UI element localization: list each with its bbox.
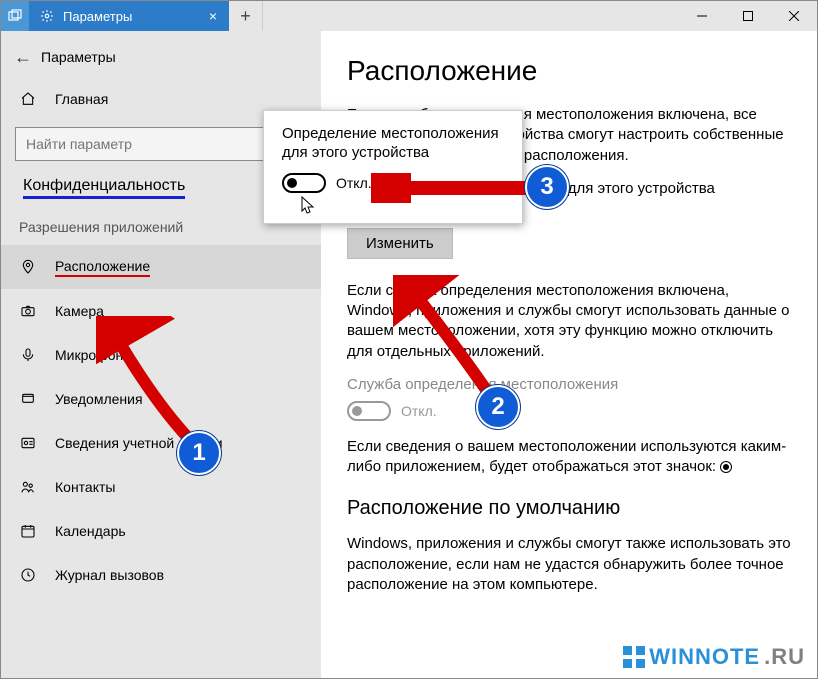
tab-settings[interactable]: Параметры ×: [29, 1, 229, 31]
cursor-icon: [301, 196, 315, 214]
breadcrumb-title: Параметры: [41, 49, 116, 65]
search-field[interactable]: [24, 135, 282, 153]
new-tab-button[interactable]: +: [229, 1, 263, 31]
windows-logo-icon: [623, 646, 645, 668]
location-icon: [19, 259, 37, 275]
sidebar-item-label: Контакты: [55, 479, 115, 495]
sidebar-section-heading: Разрешения приложений: [19, 219, 303, 235]
contacts-icon: [19, 479, 37, 495]
usage-paragraph: Если сведения о вашем местоположении исп…: [347, 437, 791, 478]
home-icon: [19, 91, 37, 107]
annotation-bubble-1: 1: [177, 431, 221, 475]
taskview-icon[interactable]: [1, 1, 29, 31]
popup-title: Определение местоположения для этого уст…: [282, 125, 504, 163]
gear-icon: [39, 8, 55, 24]
annotation-arrow-2: [393, 275, 503, 405]
sidebar-item-label: Главная: [55, 91, 108, 107]
popup-toggle-state: Откл.: [336, 175, 372, 191]
location-service-toggle: [347, 401, 391, 421]
sidebar-item-label: Журнал вызовов: [55, 567, 164, 583]
sidebar-item-calendar[interactable]: Календарь: [1, 509, 321, 553]
maximize-button[interactable]: [725, 1, 771, 31]
back-button[interactable]: ←: [5, 47, 41, 68]
change-button[interactable]: Изменить: [347, 228, 453, 259]
sidebar-item-label: Расположение: [55, 258, 150, 277]
calendar-icon: [19, 523, 37, 539]
sidebar-item-contacts[interactable]: Контакты: [1, 465, 321, 509]
page-title: Расположение: [347, 55, 791, 87]
sidebar-item-callhistory[interactable]: Журнал вызовов: [1, 553, 321, 597]
sidebar-item-location[interactable]: Расположение: [1, 245, 321, 289]
minimize-button[interactable]: [679, 1, 725, 31]
annotation-arrow-3: [371, 173, 531, 203]
camera-icon: [19, 303, 37, 319]
notification-icon: [19, 391, 37, 407]
close-tab-icon[interactable]: ×: [203, 8, 223, 24]
default-location-title: Расположение по умолчанию: [347, 497, 791, 520]
titlebar: Параметры × +: [1, 1, 817, 31]
default-location-paragraph: Windows, приложения и службы смогут такж…: [347, 534, 791, 595]
tab-label: Параметры: [63, 9, 195, 24]
location-usage-icon: [720, 461, 732, 473]
settings-window: Параметры × + ← Параметры: [0, 0, 818, 679]
account-icon: [19, 435, 37, 451]
location-service-state: Откл.: [401, 403, 437, 419]
watermark: WINNOTE.RU: [623, 644, 805, 670]
sidebar-category-privacy[interactable]: Конфиденциальность: [23, 177, 185, 199]
sidebar-item-label: Календарь: [55, 523, 126, 539]
popup-location-toggle[interactable]: [282, 173, 326, 193]
breadcrumb: ← Параметры: [1, 37, 321, 77]
callhistory-icon: [19, 567, 37, 583]
close-button[interactable]: [771, 1, 817, 31]
window-controls: [679, 1, 817, 31]
microphone-icon: [19, 347, 37, 363]
annotation-bubble-2: 2: [476, 385, 520, 429]
annotation-bubble-3: 3: [525, 165, 569, 209]
